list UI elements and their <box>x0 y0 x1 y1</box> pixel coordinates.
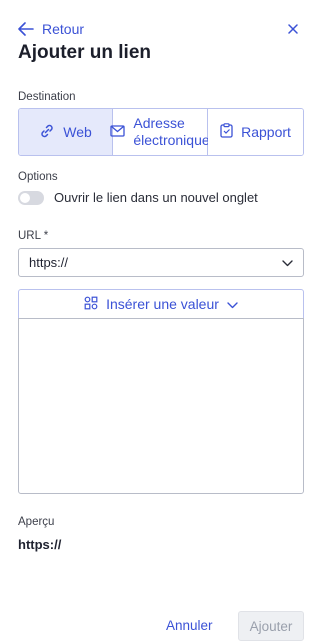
page-title: Ajouter un lien <box>18 42 151 63</box>
destination-email-line1: Adresse <box>133 115 185 131</box>
chevron-down-icon <box>227 296 238 312</box>
new-tab-toggle[interactable] <box>18 190 44 205</box>
url-protocol-value: https:// <box>29 255 69 270</box>
close-button[interactable] <box>284 20 302 38</box>
clipboard-icon <box>220 123 233 141</box>
cancel-button[interactable]: Annuler <box>166 618 213 633</box>
back-label: Retour <box>42 21 85 37</box>
options-label: Options <box>18 171 58 183</box>
destination-email-button[interactable]: Adresse électronique <box>110 109 210 155</box>
envelope-icon <box>110 124 126 140</box>
destination-email-label: Adresse électronique <box>133 115 209 149</box>
new-tab-label: Ouvrir le lien dans un nouvel onglet <box>54 190 258 205</box>
url-label: URL * <box>18 230 49 242</box>
destination-report-label: Rapport <box>241 124 291 140</box>
url-textarea[interactable] <box>18 318 304 494</box>
destination-email-line2: électronique <box>133 132 210 148</box>
preview-label: Aperçu <box>18 516 55 528</box>
destination-report-button[interactable]: Rapport <box>208 109 303 155</box>
chevron-down-icon <box>282 255 293 270</box>
insert-value-button[interactable]: Insérer une valeur <box>18 289 304 319</box>
arrow-left-icon <box>18 22 34 36</box>
preview-value: https:// <box>18 537 62 552</box>
toggle-knob <box>20 192 30 203</box>
add-label: Ajouter <box>249 618 293 634</box>
url-protocol-select[interactable]: https:// <box>18 248 304 277</box>
add-button[interactable]: Ajouter <box>238 611 304 641</box>
panel-header: Retour <box>18 18 302 40</box>
link-icon <box>39 123 55 142</box>
new-tab-option: Ouvrir le lien dans un nouvel onglet <box>18 190 258 205</box>
close-icon <box>288 24 298 34</box>
destination-label: Destination <box>18 91 76 103</box>
variables-icon <box>84 296 98 313</box>
destination-selector: Web Adresse électronique Rapport <box>18 108 304 156</box>
destination-web-button[interactable]: Web <box>19 109 114 155</box>
destination-web-label: Web <box>63 124 92 140</box>
back-button[interactable]: Retour <box>18 21 84 37</box>
insert-value-label: Insérer une valeur <box>106 296 219 312</box>
